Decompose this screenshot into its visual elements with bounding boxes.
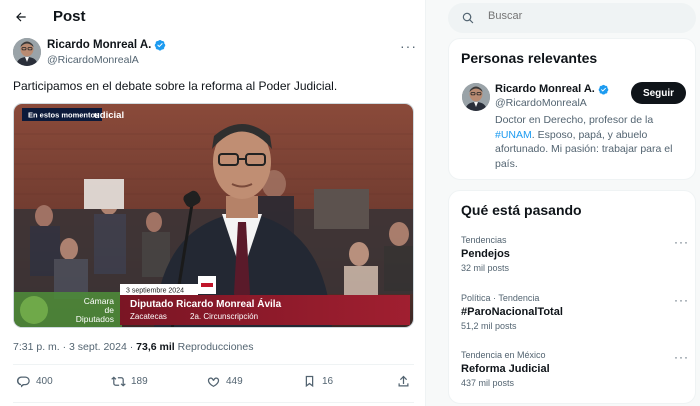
video-frame: En estos momentos udicial Cámara de Dipu… <box>14 104 413 327</box>
follow-button[interactable]: Seguir <box>631 82 686 104</box>
verified-badge-icon <box>155 40 166 51</box>
relevant-people-title: Personas relevantes <box>461 50 598 66</box>
avatar-image <box>13 38 41 66</box>
caption-state: Zacatecas <box>130 312 167 321</box>
avatar-image <box>462 83 490 111</box>
divider <box>13 364 414 365</box>
top-banner-text: udicial <box>94 110 124 121</box>
relevant-people-card: Personas relevantes Ricardo Monreal A. @… <box>448 38 696 180</box>
arrow-left-icon <box>16 12 26 22</box>
ellipsis-icon: ··· <box>400 38 417 54</box>
trending-card: Qué está pasando Tendencias Pendejos 32 … <box>448 190 696 404</box>
tweet-video[interactable]: En estos momentos udicial Cámara de Dipu… <box>13 103 414 328</box>
repost-count: 189 <box>131 376 148 387</box>
caption-district: 2a. Circunscripción <box>190 312 258 321</box>
page: Post Ricardo Monreal A. @RicardoMonrealA… <box>0 0 700 406</box>
heart-icon <box>207 377 220 387</box>
search-box[interactable] <box>448 3 696 33</box>
share-icon <box>398 375 409 387</box>
trend-item[interactable]: Tendencias Pendejos 32 mil posts ··· <box>461 235 689 273</box>
bookmark-icon <box>305 375 314 388</box>
divider <box>13 402 414 403</box>
relevant-avatar[interactable] <box>462 83 490 111</box>
caption-date: 3 septiembre 2024 <box>126 288 184 295</box>
relevant-name-text: Ricardo Monreal A. <box>495 83 595 95</box>
verified-badge-icon <box>598 84 609 95</box>
live-badge: En estos momentos <box>28 111 99 120</box>
search-input[interactable] <box>488 10 668 22</box>
trend-meta: Tendencia en México <box>461 350 546 360</box>
bio-hashtag-link[interactable]: #UNAM <box>495 129 532 141</box>
repost-icon <box>111 376 126 387</box>
more-options-button[interactable]: ··· <box>400 38 417 54</box>
trend-name: #ParoNacionalTotal <box>461 306 563 318</box>
trend-name: Reforma Judicial <box>461 363 550 375</box>
trend-posts: 51,2 mil posts <box>461 321 517 331</box>
trend-more-button[interactable]: ··· <box>674 350 689 364</box>
reply-count: 400 <box>36 376 53 387</box>
like-button[interactable]: 449 <box>206 374 243 389</box>
views-label: Reproducciones <box>174 341 254 353</box>
tweet-text: Participamos en el debate sobre la refor… <box>13 79 338 93</box>
trend-name: Pendejos <box>461 248 510 260</box>
post-header: Post <box>0 0 426 36</box>
author-handle[interactable]: @RicardoMonrealA <box>47 54 139 66</box>
relevant-name[interactable]: Ricardo Monreal A. <box>495 83 609 95</box>
caption-name: Diputado Ricardo Monreal Ávila <box>130 297 282 310</box>
trend-item[interactable]: Tendencia en México Reforma Judicial 437… <box>461 350 689 388</box>
trend-more-button[interactable]: ··· <box>674 293 689 307</box>
trend-item[interactable]: Política · Tendencia #ParoNacionalTotal … <box>461 293 689 331</box>
like-count: 449 <box>226 376 243 387</box>
reply-icon <box>16 376 30 388</box>
bookmark-count: 16 <box>322 376 334 387</box>
author-name[interactable]: Ricardo Monreal A. <box>47 39 166 51</box>
trend-more-button[interactable]: ··· <box>674 235 689 249</box>
page-title: Post <box>53 8 86 25</box>
timestamp-text[interactable]: 7:31 p. m. · 3 sept. 2024 · <box>13 341 136 353</box>
share-button[interactable] <box>396 374 411 389</box>
ellipsis-icon: ··· <box>674 293 689 307</box>
trend-posts: 32 mil posts <box>461 263 510 273</box>
author-name-text: Ricardo Monreal A. <box>47 39 152 51</box>
author-avatar[interactable] <box>13 38 41 66</box>
post-column: Post Ricardo Monreal A. @RicardoMonrealA… <box>0 0 426 406</box>
ellipsis-icon: ··· <box>674 350 689 364</box>
trending-title: Qué está pasando <box>461 202 582 218</box>
tweet-timestamp: 7:31 p. m. · 3 sept. 2024 · 73,6 mil Rep… <box>13 341 253 353</box>
search-icon <box>462 12 474 24</box>
tweet-actions: 400 189 449 16 <box>13 374 414 392</box>
trend-posts: 437 mil posts <box>461 378 515 388</box>
channel-line3: Diputados <box>76 314 114 324</box>
views-count: 73,6 mil <box>136 341 175 353</box>
trend-meta: Política · Tendencia <box>461 293 540 303</box>
trend-meta: Tendencias <box>461 235 507 245</box>
ellipsis-icon: ··· <box>674 235 689 249</box>
relevant-bio: Doctor en Derecho, profesor de la #UNAM.… <box>495 113 685 171</box>
bookmark-button[interactable]: 16 <box>302 374 333 389</box>
bio-text-1: Doctor en Derecho, profesor de la <box>495 114 654 126</box>
relevant-handle[interactable]: @RicardoMonrealA <box>495 97 587 109</box>
reply-button[interactable]: 400 <box>16 374 53 389</box>
repost-button[interactable]: 189 <box>111 374 148 389</box>
back-button[interactable] <box>8 4 34 30</box>
